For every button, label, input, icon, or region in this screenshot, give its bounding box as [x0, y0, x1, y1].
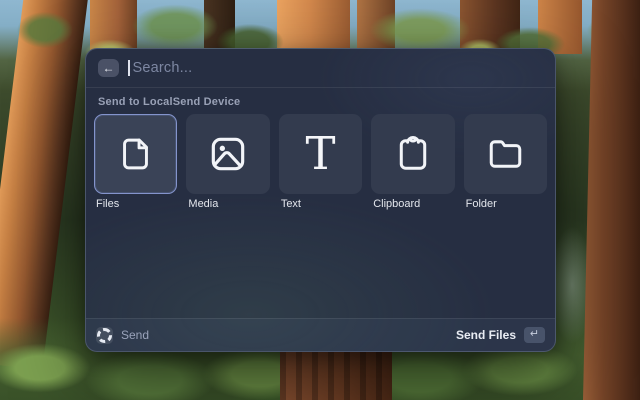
tile-clipboard[interactable]: Clipboard [371, 114, 454, 210]
tile-folder-button[interactable] [464, 114, 547, 194]
tile-text-button[interactable]: T [279, 114, 362, 194]
image-icon [208, 134, 248, 174]
tile-media-button[interactable] [186, 114, 269, 194]
text-icon: T [306, 131, 336, 176]
tile-clipboard-button[interactable] [371, 114, 454, 194]
enter-key-icon[interactable]: ↵ [524, 327, 545, 343]
arrow-left-icon: ← [103, 62, 115, 74]
back-button[interactable]: ← [98, 59, 119, 77]
tree-trunk [583, 0, 640, 400]
empty-results-area [86, 210, 555, 318]
wheel-glyph [97, 328, 112, 343]
launcher-window: ← Search... Send to LocalSend Device Fil… [85, 48, 556, 352]
tile-label: Files [96, 198, 176, 210]
send-options-grid: Files Media T Text [86, 114, 555, 210]
tile-text[interactable]: T Text [279, 114, 362, 210]
tile-label: Clipboard [373, 198, 453, 210]
tile-label: Text [281, 198, 361, 210]
section-title: Send to LocalSend Device [98, 96, 543, 108]
primary-action-button[interactable]: Send Files [456, 328, 516, 342]
localsend-wheel-icon [96, 327, 113, 344]
folder-icon [485, 135, 526, 173]
tile-files-button[interactable] [94, 114, 177, 194]
tile-label: Media [188, 198, 268, 210]
text-cursor [128, 60, 130, 76]
tile-label: Folder [466, 198, 546, 210]
tile-media[interactable]: Media [186, 114, 269, 210]
footer-app-label: Send [121, 328, 149, 342]
file-icon [117, 133, 154, 175]
footer-bar: Send Send Files ↵ [86, 318, 555, 351]
search-bar: ← Search... [86, 49, 555, 88]
tree-trunk [280, 350, 392, 400]
search-input[interactable]: Search... [133, 60, 193, 76]
tile-files[interactable]: Files [94, 114, 177, 210]
clipboard-icon [394, 133, 432, 175]
tile-folder[interactable]: Folder [464, 114, 547, 210]
